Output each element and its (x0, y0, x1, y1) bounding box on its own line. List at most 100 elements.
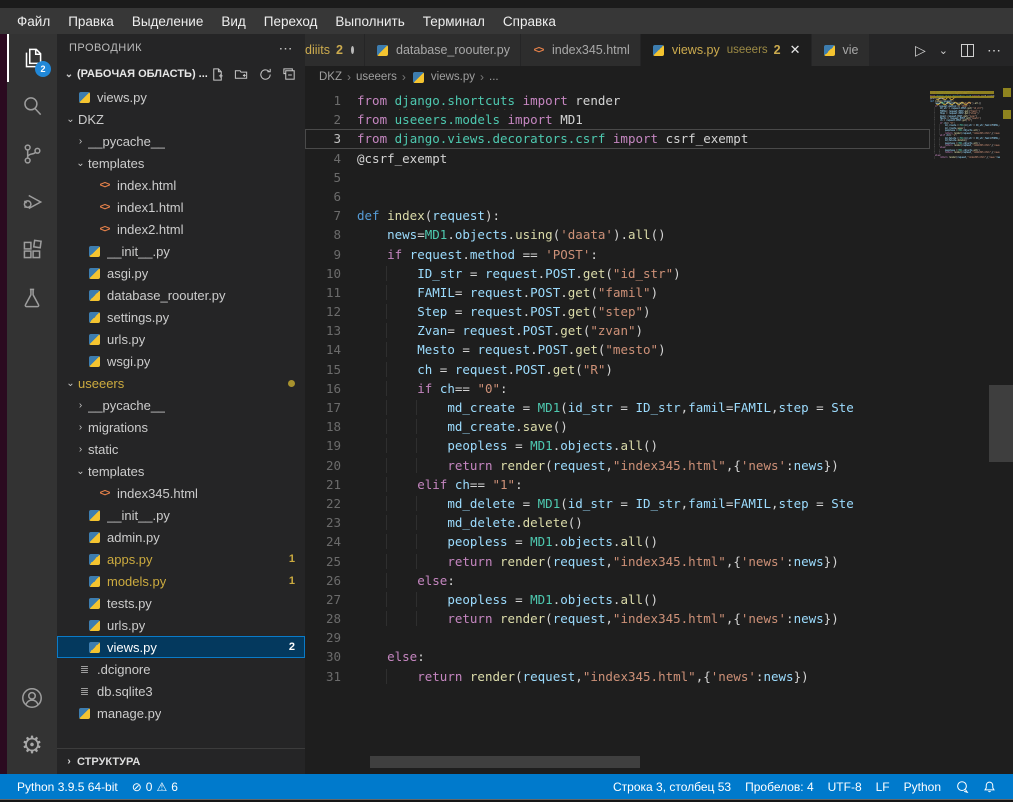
horizontal-scrollbar-thumb[interactable] (370, 756, 640, 768)
tab-vie[interactable]: vie (812, 34, 870, 66)
code-line-25: 25 return render(request,"index345.html"… (305, 552, 930, 571)
tab-label: vie (843, 43, 859, 57)
vertical-scrollbar-thumb[interactable] (989, 385, 1013, 462)
line-number: 25 (305, 552, 357, 571)
menu-item-выделение[interactable]: Выделение (123, 8, 213, 34)
tree-item-index1-html[interactable]: <>index1.html (57, 196, 305, 218)
code-editor[interactable]: 1from django.shortcuts import render2fro… (305, 88, 1013, 774)
tree-item-migrations[interactable]: ›migrations (57, 416, 305, 438)
menu-item-справка[interactable]: Справка (494, 8, 565, 34)
tree-item-dkz[interactable]: ⌄DKZ (57, 108, 305, 130)
tree-item-label: migrations (88, 420, 148, 435)
workspace-section-header[interactable]: ⌄ (РАБОЧАЯ ОБЛАСТЬ) ... (57, 62, 305, 86)
breadcrumb-item[interactable]: DKZ (319, 71, 342, 83)
tree-item-settings-py[interactable]: settings.py (57, 306, 305, 328)
run-dropdown-chevron-icon[interactable]: ⌄ (939, 44, 948, 57)
tree-item-templates[interactable]: ⌄templates (57, 152, 305, 174)
line-number: 23 (305, 513, 357, 532)
split-editor-button[interactable] (961, 44, 974, 57)
menu-item-правка[interactable]: Правка (59, 8, 123, 34)
outline-section-header[interactable]: › СТРУКТУРА (57, 748, 305, 774)
encoding-setting[interactable]: UTF-8 (821, 774, 869, 799)
run-button[interactable]: ▷ (915, 42, 926, 59)
breadcrumb[interactable]: DKZ›useeers›views.py›... (305, 66, 1013, 88)
tree-item--init-py[interactable]: __init__.py (57, 240, 305, 262)
tab-diiits[interactable]: diiits2 (305, 34, 365, 66)
menu-item-терминал[interactable]: Терминал (414, 8, 494, 34)
code-line-20: 20 return render(request,"index345.html"… (305, 456, 930, 475)
sidebar-item-explorer[interactable]: 2 (7, 34, 57, 82)
eol-setting[interactable]: LF (869, 774, 897, 799)
code-line-5: 5 (305, 168, 930, 187)
error-icon: ⊘ (132, 780, 142, 794)
breadcrumb-item[interactable]: views.py (431, 71, 475, 83)
html-file-icon: <> (97, 486, 112, 501)
line-number: 27 (305, 590, 357, 609)
tree-item-label: DKZ (78, 112, 104, 127)
tree-item-index-html[interactable]: <>index.html (57, 174, 305, 196)
problems-indicator[interactable]: ⊘ 0 ⚠ 6 (125, 774, 185, 799)
menu-item-файл[interactable]: Файл (8, 8, 59, 34)
python-interpreter-selector[interactable]: Python 3.9.5 64-bit (10, 774, 125, 799)
sidebar-item-extensions[interactable] (7, 226, 57, 274)
account-button[interactable] (7, 674, 57, 722)
chevron-right-icon: › (73, 444, 88, 455)
tab-database-roouter-py[interactable]: database_roouter.py (365, 34, 521, 66)
html-file-icon: <> (97, 222, 112, 237)
breadcrumb-separator: › (347, 70, 351, 84)
tree-item-views-py[interactable]: views.py2 (57, 636, 305, 658)
language-mode[interactable]: Python (897, 774, 948, 799)
tree-item-models-py[interactable]: models.py1 (57, 570, 305, 592)
tree-item-views-py[interactable]: views.py (57, 86, 305, 108)
editor-more-actions-button[interactable]: ⋯ (987, 42, 1001, 59)
tree-item-apps-py[interactable]: apps.py1 (57, 548, 305, 570)
code-line-1: 1from django.shortcuts import render (305, 91, 930, 110)
new-folder-button[interactable] (234, 67, 249, 82)
notifications-button[interactable] (976, 774, 1003, 799)
tree-item-asgi-py[interactable]: asgi.py (57, 262, 305, 284)
tree-item-templates[interactable]: ⌄templates (57, 460, 305, 482)
indentation-setting[interactable]: Пробелов: 4 (738, 774, 821, 799)
cursor-position[interactable]: Строка 3, столбец 53 (606, 774, 738, 799)
tree-item-manage-py[interactable]: manage.py (57, 702, 305, 724)
sidebar-item-source-control[interactable] (7, 130, 57, 178)
warning-count: 6 (171, 780, 178, 794)
tab-index345-html[interactable]: <>index345.html (521, 34, 641, 66)
tree-item-label: db.sqlite3 (97, 684, 153, 699)
tree-item-index2-html[interactable]: <>index2.html (57, 218, 305, 240)
tree-item--pycache-[interactable]: ›__pycache__ (57, 130, 305, 152)
feedback-button[interactable] (948, 774, 976, 799)
menu-item-вид[interactable]: Вид (212, 8, 254, 34)
menu-item-переход[interactable]: Переход (255, 8, 327, 34)
tree-item-admin-py[interactable]: admin.py (57, 526, 305, 548)
sidebar-item-testing[interactable] (7, 274, 57, 322)
new-file-button[interactable] (210, 67, 225, 82)
breadcrumb-item[interactable]: useeers (356, 71, 397, 83)
tree-item-wsgi-py[interactable]: wsgi.py (57, 350, 305, 372)
tree-item-database-roouter-py[interactable]: database_roouter.py (57, 284, 305, 306)
tree-item--dcignore[interactable]: ≣.dcignore (57, 658, 305, 680)
tree-item-static[interactable]: ›static (57, 438, 305, 460)
close-icon[interactable]: ✕ (790, 42, 801, 58)
tree-item-useeers[interactable]: ⌄useeers (57, 372, 305, 394)
tree-item--pycache-[interactable]: ›__pycache__ (57, 394, 305, 416)
minimap[interactable]: from django.shortcuts import renderfrom … (930, 91, 1000, 160)
settings-button[interactable]: ⚙ (7, 722, 57, 770)
tree-item-db-sqlite3[interactable]: ≣db.sqlite3 (57, 680, 305, 702)
menu-item-выполнить[interactable]: Выполнить (326, 8, 413, 34)
sidebar-more-actions-button[interactable]: ⋯ (279, 40, 294, 57)
line-number: 24 (305, 532, 357, 551)
breadcrumb-item[interactable]: ... (489, 71, 499, 83)
tree-item-tests-py[interactable]: tests.py (57, 592, 305, 614)
collapse-all-button[interactable] (282, 67, 297, 82)
sidebar-item-search[interactable] (7, 82, 57, 130)
sidebar-item-run-debug[interactable] (7, 178, 57, 226)
refresh-button[interactable] (258, 67, 273, 82)
tab-views-py[interactable]: views.pyuseeers2✕ (641, 34, 812, 66)
modified-dot (351, 46, 354, 54)
code-line-8: 8 news=MD1.objects.using('daata').all() (305, 225, 930, 244)
tree-item--init-py[interactable]: __init__.py (57, 504, 305, 526)
tree-item-index345-html[interactable]: <>index345.html (57, 482, 305, 504)
tree-item-urls-py[interactable]: urls.py (57, 614, 305, 636)
tree-item-urls-py[interactable]: urls.py (57, 328, 305, 350)
